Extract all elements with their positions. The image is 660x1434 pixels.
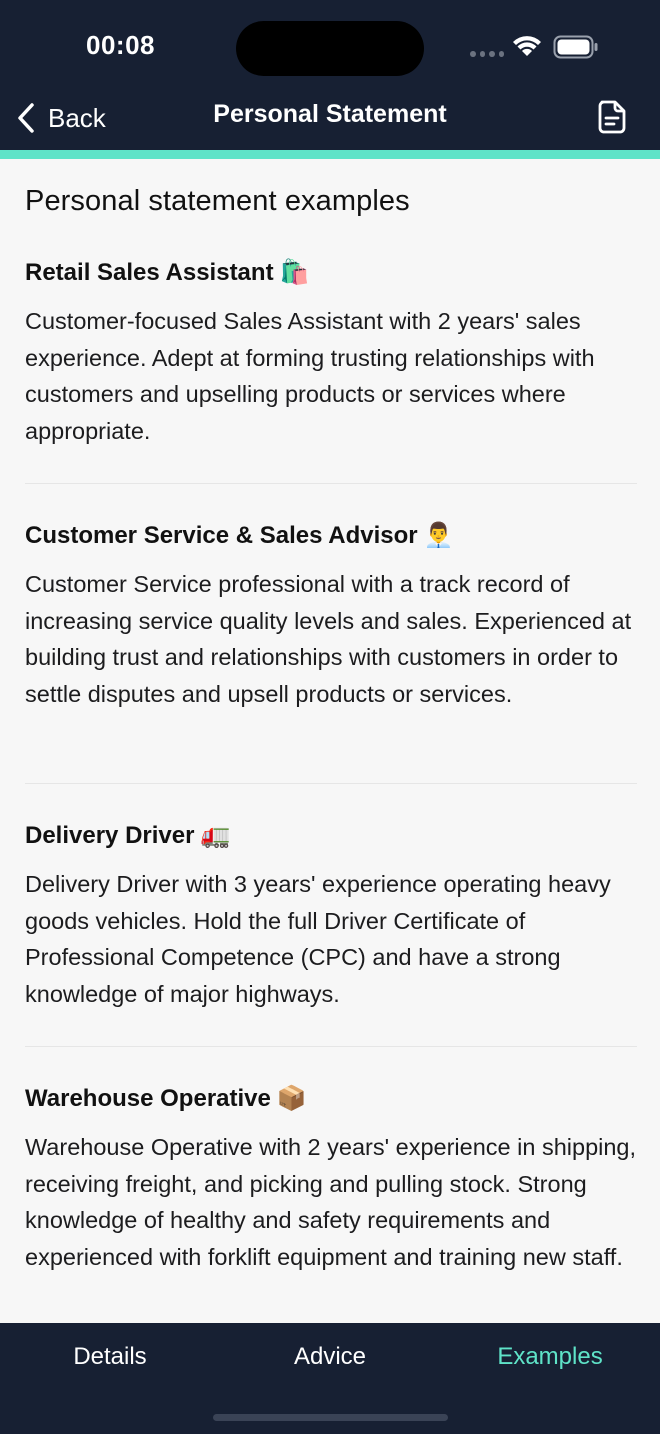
tab-bar: Details Advice Examples bbox=[0, 1323, 660, 1434]
example-body: Warehouse Operative with 2 years' experi… bbox=[25, 1134, 637, 1271]
example-retail-sales-assistant: Retail Sales Assistant 🛍️ Customer-focuse… bbox=[25, 255, 637, 450]
tab-advice[interactable]: Advice bbox=[220, 1343, 440, 1371]
status-time: 00:08 bbox=[86, 30, 155, 60]
example-body: Customer Service professional with a tra… bbox=[25, 571, 632, 708]
section-title: Personal statement examples bbox=[25, 185, 410, 217]
example-body: Customer-focused Sales Assistant with 2 … bbox=[25, 308, 595, 445]
document-icon[interactable] bbox=[596, 100, 628, 134]
package-icon: 📦 bbox=[276, 1085, 307, 1112]
example-title: Retail Sales Assistant 🛍️ bbox=[25, 259, 310, 286]
divider bbox=[25, 483, 637, 484]
example-delivery-driver: Delivery Driver 🚛 Delivery Driver with 3 … bbox=[25, 818, 637, 1013]
top-bar: 00:08 Back Personal Statement bbox=[0, 0, 660, 152]
accent-bar bbox=[0, 150, 660, 159]
cellular-signal-icon bbox=[470, 51, 504, 57]
page-title: Personal Statement bbox=[213, 100, 447, 128]
tab-examples[interactable]: Examples bbox=[440, 1343, 660, 1371]
example-warehouse-operative: Warehouse Operative 📦 Warehouse Operative… bbox=[25, 1081, 637, 1276]
examples-content[interactable]: Personal statement examples Retail Sales… bbox=[0, 159, 660, 1323]
battery-icon bbox=[553, 35, 598, 59]
home-indicator bbox=[213, 1414, 448, 1421]
example-customer-service-sales-advisor: Customer Service & Sales Advisor 👨‍💼 Cust… bbox=[25, 518, 637, 713]
divider bbox=[25, 1046, 637, 1047]
dynamic-island bbox=[236, 21, 424, 76]
wifi-icon bbox=[513, 36, 541, 56]
example-title: Customer Service & Sales Advisor 👨‍💼 bbox=[25, 522, 454, 549]
tab-details[interactable]: Details bbox=[0, 1343, 220, 1371]
delivery-truck-icon: 🚛 bbox=[200, 822, 231, 849]
example-title: Warehouse Operative 📦 bbox=[25, 1085, 307, 1112]
office-worker-icon: 👨‍💼 bbox=[423, 522, 454, 549]
example-body: Delivery Driver with 3 years' experience… bbox=[25, 871, 611, 1008]
divider bbox=[25, 783, 637, 784]
example-title: Delivery Driver 🚛 bbox=[25, 822, 231, 849]
shopping-bags-icon: 🛍️ bbox=[279, 259, 310, 286]
